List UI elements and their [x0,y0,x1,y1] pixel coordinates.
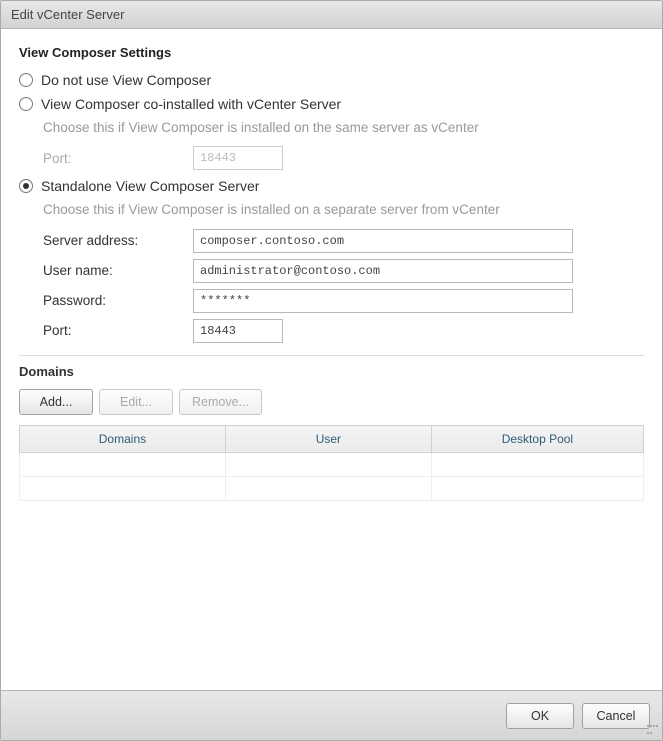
domains-button-row: Add... Edit... Remove... [19,389,644,415]
add-button[interactable]: Add... [19,389,93,415]
user-name-row: User name: [43,259,644,283]
option-coinstalled-description: Choose this if View Composer is installe… [43,118,644,138]
domains-table[interactable]: Domains User Desktop Pool [19,425,644,501]
divider [19,355,644,356]
server-address-input[interactable] [193,229,573,253]
section-title: View Composer Settings [19,45,644,60]
server-address-label: Server address: [43,233,193,248]
table-header-row: Domains User Desktop Pool [20,425,644,452]
option-label: Standalone View Composer Server [41,178,259,194]
port-label: Port: [43,323,193,338]
radio-icon[interactable] [19,73,33,87]
user-name-input[interactable] [193,259,573,283]
window-title: Edit vCenter Server [11,7,124,22]
ok-button[interactable]: OK [506,703,574,729]
option-no-composer[interactable]: Do not use View Composer [19,72,644,88]
table-row[interactable] [20,452,644,476]
option-standalone[interactable]: Standalone View Composer Server [19,178,644,194]
edit-button: Edit... [99,389,173,415]
radio-icon[interactable] [19,179,33,193]
coinstalled-port-input [193,146,283,170]
password-input[interactable] [193,289,573,313]
coinstalled-port-row: Port: [43,146,644,170]
port-label: Port: [43,151,193,166]
remove-button: Remove... [179,389,262,415]
option-label: Do not use View Composer [41,72,211,88]
column-header-domains: Domains [99,432,146,446]
composer-mode-radio-group: Do not use View Composer View Composer c… [19,72,644,343]
password-label: Password: [43,293,193,308]
password-row: Password: [43,289,644,313]
dialog-footer: OK Cancel [1,690,662,740]
standalone-port-input[interactable] [193,319,283,343]
user-name-label: User name: [43,263,193,278]
resize-grip-icon[interactable] [647,725,659,737]
column-header-desktop-pool: Desktop Pool [502,432,573,446]
server-address-row: Server address: [43,229,644,253]
option-label: View Composer co-installed with vCenter … [41,96,341,112]
option-standalone-description: Choose this if View Composer is installe… [43,200,644,220]
radio-icon[interactable] [19,97,33,111]
domains-title: Domains [19,364,644,379]
column-header-user: User [316,432,341,446]
standalone-port-row: Port: [43,319,644,343]
dialog-content: View Composer Settings Do not use View C… [1,29,662,690]
table-row[interactable] [20,476,644,500]
titlebar[interactable]: Edit vCenter Server [1,1,662,29]
option-coinstalled[interactable]: View Composer co-installed with vCenter … [19,96,644,112]
dialog-window: Edit vCenter Server View Composer Settin… [0,0,663,741]
cancel-button[interactable]: Cancel [582,703,650,729]
